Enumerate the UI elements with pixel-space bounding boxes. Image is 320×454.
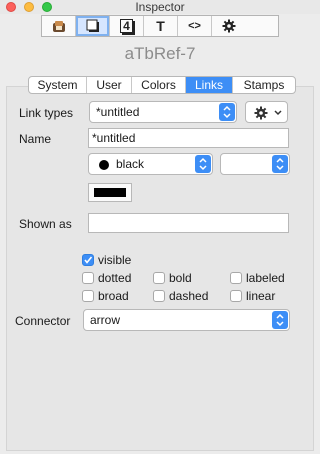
title-bar: Inspector	[0, 0, 320, 14]
linear-checkbox[interactable]	[230, 290, 242, 302]
gear-icon	[222, 19, 236, 33]
connector-label: Connector	[15, 314, 71, 328]
link-types-label: Link types	[19, 106, 74, 120]
bold-label: bold	[169, 271, 192, 285]
window-title: Inspector	[135, 0, 185, 14]
tab-stamps[interactable]: Stamps	[233, 77, 295, 93]
appearance-tab-button[interactable]	[42, 16, 76, 36]
chevron-updown-icon	[272, 311, 288, 329]
shown-as-label: Shown as	[19, 217, 72, 231]
connector-value: arrow	[90, 313, 121, 327]
tab-system[interactable]: System	[29, 77, 87, 93]
link-types-value: *untitled	[96, 105, 140, 119]
document-icon	[86, 19, 99, 32]
dashed-checkbox[interactable]	[153, 290, 165, 302]
dashed-label: dashed	[169, 289, 209, 303]
chevron-down-icon	[274, 110, 282, 116]
action-tab-button[interactable]: 4	[110, 16, 144, 36]
gear-icon	[254, 106, 268, 120]
shown-as-field[interactable]	[88, 213, 289, 233]
link-type-actions-button[interactable]	[245, 101, 288, 123]
name-value: *untitled	[92, 131, 136, 145]
broad-label: broad	[98, 289, 129, 303]
code-icon: <>	[188, 20, 201, 32]
name-field[interactable]: *untitled	[88, 128, 289, 148]
chevron-updown-icon	[195, 155, 211, 173]
document-tab-button[interactable]	[76, 16, 110, 36]
dotted-label: dotted	[98, 271, 132, 285]
settings-tab-button[interactable]	[212, 16, 246, 36]
chevron-updown-icon	[219, 103, 235, 121]
color-swatch	[94, 188, 126, 197]
tab-links[interactable]: Links	[186, 77, 233, 93]
broad-checkbox[interactable]	[82, 290, 94, 302]
appearance-icon	[52, 20, 65, 32]
link-color-popup[interactable]: black	[88, 153, 213, 175]
inspector-toolbar: 4 T <>	[41, 15, 279, 37]
action-icon: 4	[120, 19, 133, 33]
code-tab-button[interactable]: <>	[178, 16, 212, 36]
tab-colors[interactable]: Colors	[132, 77, 186, 93]
connector-popup[interactable]: arrow	[83, 309, 290, 331]
dotted-checkbox[interactable]	[82, 272, 94, 284]
name-label: Name	[19, 132, 52, 146]
secondary-color-popup[interactable]	[220, 153, 290, 175]
text-tab-button[interactable]: T	[144, 16, 178, 36]
color-dot-icon	[99, 160, 109, 170]
bold-checkbox[interactable]	[153, 272, 165, 284]
tab-user[interactable]: User	[87, 77, 132, 93]
text-icon: T	[156, 18, 165, 34]
link-color-value: black	[116, 157, 145, 171]
chevron-updown-icon	[272, 155, 288, 173]
visible-label: visible	[98, 253, 132, 267]
visible-checkbox[interactable]	[82, 254, 94, 266]
labeled-label: labeled	[246, 271, 285, 285]
link-types-popup[interactable]: *untitled	[89, 101, 237, 123]
color-swatch-well[interactable]	[88, 183, 132, 202]
linear-label: linear	[246, 289, 276, 303]
inspector-tabs: System User Colors Links Stamps	[28, 76, 296, 94]
labeled-checkbox[interactable]	[230, 272, 242, 284]
document-title: aTbRef-7	[124, 44, 196, 63]
checkmark-icon	[84, 256, 93, 264]
